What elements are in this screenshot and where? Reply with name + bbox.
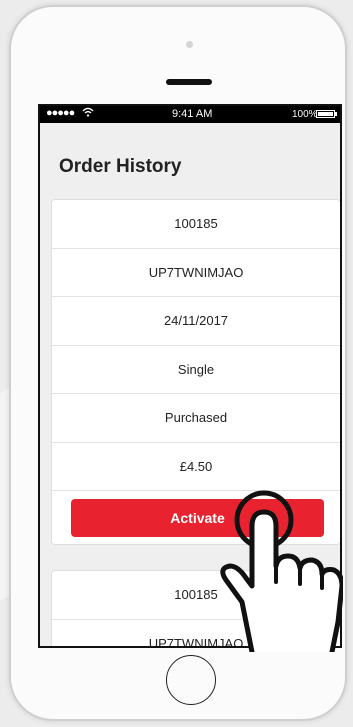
status-bar: ●●●●● 9:41 AM 100% (40, 106, 340, 123)
tap-gesture-icon (220, 490, 343, 652)
page-title: Order History (59, 156, 182, 177)
order-status: Purchased (52, 394, 340, 443)
status-time: 9:41 AM (172, 108, 213, 120)
earpiece-speaker (166, 79, 212, 85)
order-type: Single (52, 346, 340, 394)
order-code: UP7TWNIMJAO (52, 249, 340, 297)
signal-icon: ●●●●● (46, 107, 75, 119)
battery-percentage: 100% (292, 109, 318, 120)
order-id: 100185 (52, 200, 340, 249)
home-button[interactable] (166, 655, 216, 705)
battery-icon (316, 110, 335, 118)
battery-tip (335, 112, 337, 116)
order-date: 24/11/2017 (52, 297, 340, 346)
front-camera (186, 41, 193, 48)
wifi-icon (82, 107, 94, 117)
